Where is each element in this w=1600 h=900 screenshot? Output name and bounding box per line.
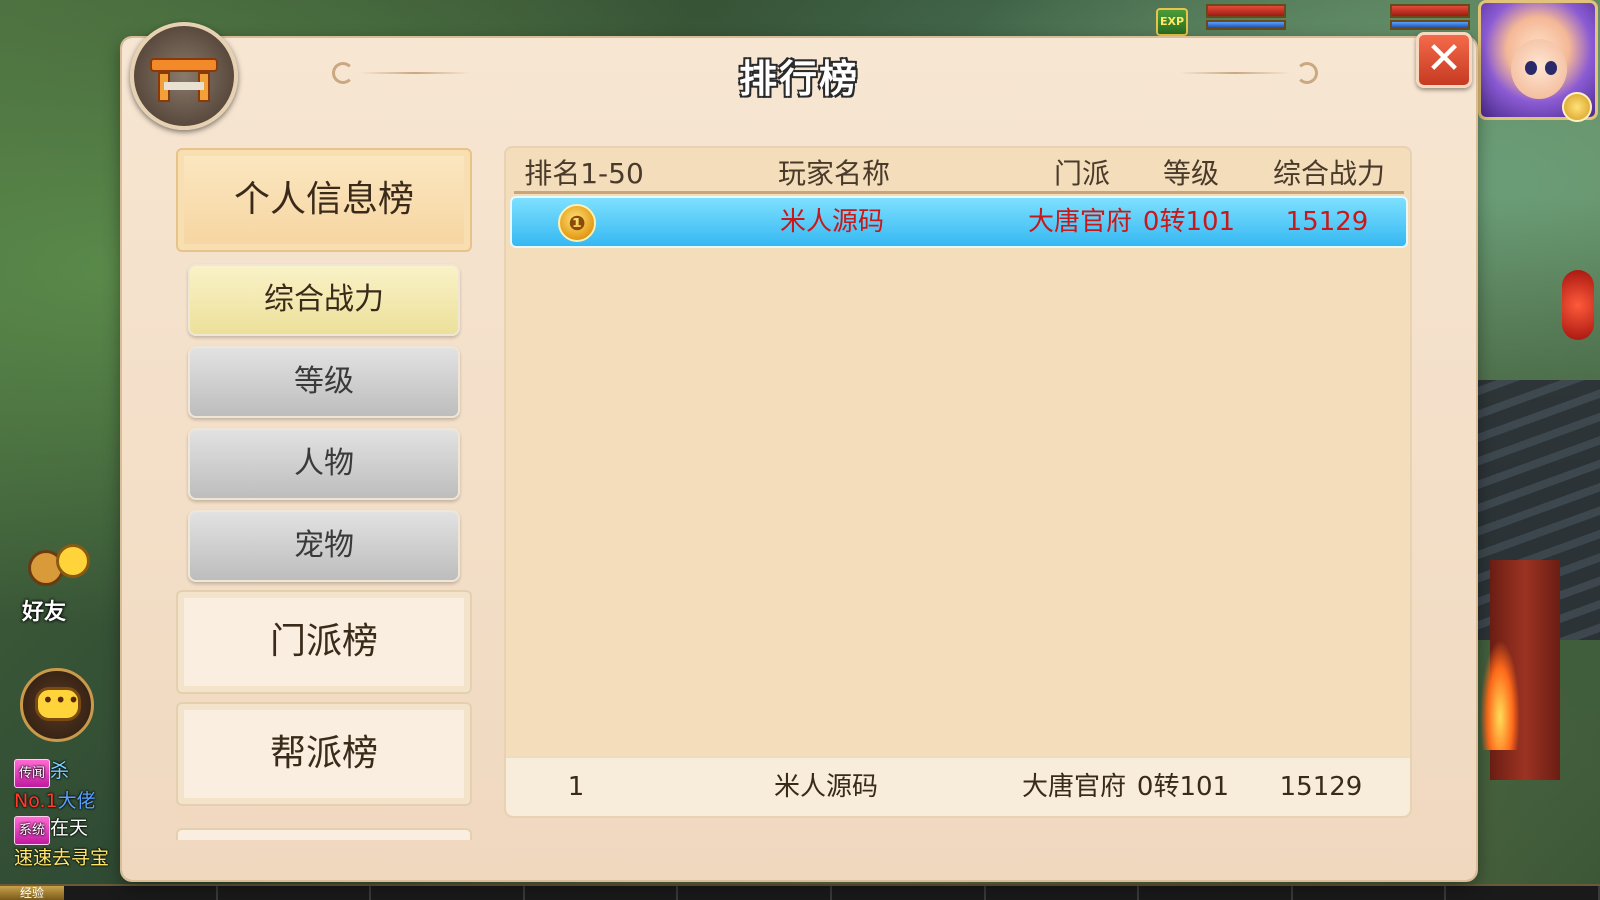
header-level: 等级 <box>1162 157 1219 190</box>
avatar-face <box>1511 39 1567 99</box>
system-tag: 系统 <box>14 816 51 845</box>
avatar-eye-icon <box>1525 61 1537 75</box>
header-combat-power: 综合战力 <box>1272 157 1385 190</box>
chat-line: No.1大佬 <box>14 790 96 812</box>
player-mp-bar <box>1390 20 1470 30</box>
tab-more-partial <box>176 828 472 840</box>
subtab-pet[interactable]: 宠物 <box>188 510 460 582</box>
header-rank: 排名1-50 <box>524 157 644 190</box>
my-level: 0转101 <box>1136 772 1230 802</box>
title-ornament-left <box>332 62 472 84</box>
subtab-level[interactable]: 等级 <box>188 346 460 418</box>
tab-personal-ranking[interactable]: 个人信息榜 <box>176 148 472 252</box>
flame-effect <box>1480 640 1520 750</box>
leaderboard-panel: 排行榜 个人信息榜 综合战力 等级 人物 宠物 门派榜 帮派榜 排名1-50 玩… <box>122 38 1476 880</box>
my-rank: 1 <box>567 772 585 802</box>
rumor-tag: 传闻 <box>14 759 51 788</box>
title-ornament-right <box>1180 62 1320 84</box>
chat-line: 系统 在天 <box>14 815 124 845</box>
chat-button[interactable] <box>20 668 94 742</box>
subtab-combat-power[interactable]: 综合战力 <box>188 264 460 336</box>
subtab-character[interactable]: 人物 <box>188 428 460 500</box>
pet-mp-bar <box>1206 20 1286 30</box>
pet-hp-bar <box>1206 4 1286 18</box>
table-header: 排名1-50 玩家名称 门派 等级 综合战力 <box>514 152 1404 194</box>
header-player-name: 玩家名称 <box>777 157 890 190</box>
leaderboard-gate-emblem-icon <box>130 22 238 130</box>
red-lantern <box>1562 270 1594 340</box>
tab-guild-ranking[interactable]: 帮派榜 <box>176 702 472 806</box>
chat-line: 速速去寻宝 <box>14 847 110 869</box>
chat-bubble-icon <box>35 687 81 721</box>
avatar-level-badge-icon <box>1562 92 1592 122</box>
player-hp-bar <box>1390 4 1470 18</box>
my-player-name: 米人源码 <box>773 772 878 802</box>
cell-player-name: 米人源码 <box>779 207 884 237</box>
chat-log[interactable]: 传闻杀 No.1大佬 系统 在天 速速去寻宝 <box>14 758 124 872</box>
cell-level: 0转101 <box>1142 207 1236 237</box>
cell-combat-power: 15129 <box>1285 207 1369 237</box>
close-button[interactable]: ✕ <box>1416 32 1472 88</box>
tab-sect-ranking[interactable]: 门派榜 <box>176 590 472 694</box>
smiley-icon <box>56 544 90 578</box>
experience-bar: 经验 <box>0 884 1600 900</box>
first-place-medal-icon: ❶ <box>558 204 596 242</box>
ranking-table: 排名1-50 玩家名称 门派 等级 综合战力 ❶ 米人源码 大唐官府 0转101… <box>504 146 1412 818</box>
friends-button[interactable]: 好友 <box>18 540 98 625</box>
pet-status-bars <box>1206 4 1286 36</box>
my-rank-row: 1 米人源码 大唐官府 0转101 15129 <box>506 756 1410 816</box>
chat-line: 传闻杀 <box>14 758 124 788</box>
my-combat-power: 15129 <box>1279 772 1363 802</box>
exp-boost-icon[interactable]: EXP <box>1156 8 1188 36</box>
table-row[interactable]: ❶ 米人源码 大唐官府 0转101 15129 <box>510 196 1408 248</box>
avatar-eye-icon <box>1545 61 1557 75</box>
experience-label: 经验 <box>0 886 64 900</box>
friends-label: 好友 <box>22 600 67 625</box>
